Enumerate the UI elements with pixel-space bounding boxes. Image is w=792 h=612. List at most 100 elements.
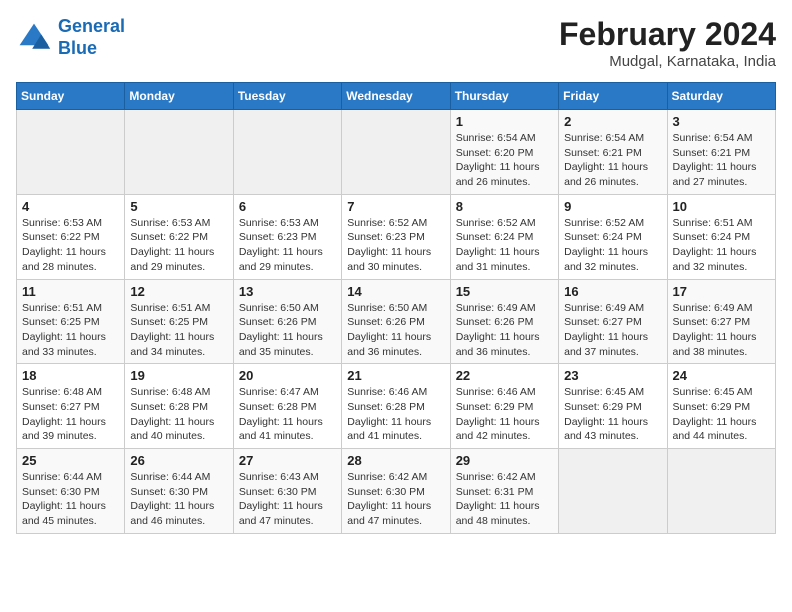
calendar-header-row: SundayMondayTuesdayWednesdayThursdayFrid… <box>17 83 776 110</box>
day-number: 19 <box>130 368 227 383</box>
day-info: Sunrise: 6:52 AMSunset: 6:24 PMDaylight:… <box>456 216 553 275</box>
day-info: Sunrise: 6:52 AMSunset: 6:24 PMDaylight:… <box>564 216 661 275</box>
calendar-week-0: 1Sunrise: 6:54 AMSunset: 6:20 PMDaylight… <box>17 110 776 195</box>
calendar-cell: 3 Sunrise: 6:54 AMSunset: 6:21 PMDaylight… <box>667 110 775 195</box>
calendar-week-3: 18 Sunrise: 6:48 AMSunset: 6:27 PMDayligh… <box>17 364 776 449</box>
day-number: 4 <box>22 199 119 214</box>
day-info: Sunrise: 6:47 AMSunset: 6:28 PMDaylight:… <box>239 385 336 444</box>
calendar-cell <box>559 449 667 534</box>
day-number: 17 <box>673 284 770 299</box>
calendar-cell: 15 Sunrise: 6:49 AMSunset: 6:26 PMDayligh… <box>450 279 558 364</box>
day-number: 12 <box>130 284 227 299</box>
day-number: 21 <box>347 368 444 383</box>
day-number: 29 <box>456 453 553 468</box>
calendar-cell: 26 Sunrise: 6:44 AMSunset: 6:30 PMDayligh… <box>125 449 233 534</box>
day-info: Sunrise: 6:46 AMSunset: 6:28 PMDaylight:… <box>347 385 444 444</box>
calendar-cell: 14 Sunrise: 6:50 AMSunset: 6:26 PMDayligh… <box>342 279 450 364</box>
day-info: Sunrise: 6:42 AMSunset: 6:30 PMDaylight:… <box>347 470 444 529</box>
day-info: Sunrise: 6:43 AMSunset: 6:30 PMDaylight:… <box>239 470 336 529</box>
day-number: 14 <box>347 284 444 299</box>
header-wednesday: Wednesday <box>342 83 450 110</box>
day-number: 7 <box>347 199 444 214</box>
calendar-cell <box>667 449 775 534</box>
calendar-cell <box>17 110 125 195</box>
day-info: Sunrise: 6:44 AMSunset: 6:30 PMDaylight:… <box>130 470 227 529</box>
calendar-cell: 11 Sunrise: 6:51 AMSunset: 6:25 PMDayligh… <box>17 279 125 364</box>
day-info: Sunrise: 6:53 AMSunset: 6:23 PMDaylight:… <box>239 216 336 275</box>
day-number: 26 <box>130 453 227 468</box>
calendar-cell: 21 Sunrise: 6:46 AMSunset: 6:28 PMDayligh… <box>342 364 450 449</box>
calendar-cell: 29Sunrise: 6:42 AMSunset: 6:31 PMDayligh… <box>450 449 558 534</box>
header-friday: Friday <box>559 83 667 110</box>
day-number: 27 <box>239 453 336 468</box>
calendar-table: SundayMondayTuesdayWednesdayThursdayFrid… <box>16 82 776 534</box>
calendar-cell: 25 Sunrise: 6:44 AMSunset: 6:30 PMDayligh… <box>17 449 125 534</box>
day-info: Sunrise: 6:48 AMSunset: 6:27 PMDaylight:… <box>22 385 119 444</box>
calendar-week-1: 4 Sunrise: 6:53 AMSunset: 6:22 PMDaylight… <box>17 194 776 279</box>
location-subtitle: Mudgal, Karnataka, India <box>559 53 776 70</box>
logo-icon <box>16 20 52 56</box>
calendar-cell: 4 Sunrise: 6:53 AMSunset: 6:22 PMDaylight… <box>17 194 125 279</box>
day-number: 25 <box>22 453 119 468</box>
day-info: Sunrise: 6:48 AMSunset: 6:28 PMDaylight:… <box>130 385 227 444</box>
day-info: Sunrise: 6:54 AMSunset: 6:21 PMDaylight:… <box>673 131 770 190</box>
calendar-cell: 17 Sunrise: 6:49 AMSunset: 6:27 PMDayligh… <box>667 279 775 364</box>
calendar-cell: 1Sunrise: 6:54 AMSunset: 6:20 PMDaylight… <box>450 110 558 195</box>
calendar-cell: 12 Sunrise: 6:51 AMSunset: 6:25 PMDayligh… <box>125 279 233 364</box>
day-info: Sunrise: 6:49 AMSunset: 6:26 PMDaylight:… <box>456 301 553 360</box>
day-number: 15 <box>456 284 553 299</box>
calendar-cell: 23 Sunrise: 6:45 AMSunset: 6:29 PMDayligh… <box>559 364 667 449</box>
calendar-cell: 18 Sunrise: 6:48 AMSunset: 6:27 PMDayligh… <box>17 364 125 449</box>
calendar-cell: 9Sunrise: 6:52 AMSunset: 6:24 PMDaylight… <box>559 194 667 279</box>
day-info: Sunrise: 6:49 AMSunset: 6:27 PMDaylight:… <box>673 301 770 360</box>
page-header: General Blue February 2024 Mudgal, Karna… <box>16 16 776 70</box>
header-sunday: Sunday <box>17 83 125 110</box>
calendar-week-2: 11 Sunrise: 6:51 AMSunset: 6:25 PMDayligh… <box>17 279 776 364</box>
day-info: Sunrise: 6:45 AMSunset: 6:29 PMDaylight:… <box>564 385 661 444</box>
month-title: February 2024 <box>559 16 776 53</box>
day-number: 18 <box>22 368 119 383</box>
calendar-cell: 28Sunrise: 6:42 AMSunset: 6:30 PMDayligh… <box>342 449 450 534</box>
calendar-cell: 8 Sunrise: 6:52 AMSunset: 6:24 PMDaylight… <box>450 194 558 279</box>
calendar-cell: 6 Sunrise: 6:53 AMSunset: 6:23 PMDaylight… <box>233 194 341 279</box>
day-number: 6 <box>239 199 336 214</box>
calendar-cell: 27 Sunrise: 6:43 AMSunset: 6:30 PMDayligh… <box>233 449 341 534</box>
logo-line1: General <box>58 16 125 36</box>
day-info: Sunrise: 6:50 AMSunset: 6:26 PMDaylight:… <box>239 301 336 360</box>
day-number: 22 <box>456 368 553 383</box>
calendar-cell: 13 Sunrise: 6:50 AMSunset: 6:26 PMDayligh… <box>233 279 341 364</box>
header-monday: Monday <box>125 83 233 110</box>
day-number: 8 <box>456 199 553 214</box>
day-info: Sunrise: 6:51 AMSunset: 6:24 PMDaylight:… <box>673 216 770 275</box>
day-number: 23 <box>564 368 661 383</box>
day-number: 13 <box>239 284 336 299</box>
calendar-cell: 22 Sunrise: 6:46 AMSunset: 6:29 PMDayligh… <box>450 364 558 449</box>
day-info: Sunrise: 6:51 AMSunset: 6:25 PMDaylight:… <box>130 301 227 360</box>
day-number: 20 <box>239 368 336 383</box>
header-tuesday: Tuesday <box>233 83 341 110</box>
day-info: Sunrise: 6:53 AMSunset: 6:22 PMDaylight:… <box>22 216 119 275</box>
calendar-cell: 19 Sunrise: 6:48 AMSunset: 6:28 PMDayligh… <box>125 364 233 449</box>
day-number: 2 <box>564 114 661 129</box>
day-number: 24 <box>673 368 770 383</box>
calendar-cell: 20 Sunrise: 6:47 AMSunset: 6:28 PMDayligh… <box>233 364 341 449</box>
logo-line2: Blue <box>58 38 97 58</box>
day-number: 10 <box>673 199 770 214</box>
day-info: Sunrise: 6:50 AMSunset: 6:26 PMDaylight:… <box>347 301 444 360</box>
calendar-cell: 10 Sunrise: 6:51 AMSunset: 6:24 PMDayligh… <box>667 194 775 279</box>
calendar-cell: 7Sunrise: 6:52 AMSunset: 6:23 PMDaylight… <box>342 194 450 279</box>
calendar-cell <box>125 110 233 195</box>
day-info: Sunrise: 6:53 AMSunset: 6:22 PMDaylight:… <box>130 216 227 275</box>
calendar-cell <box>342 110 450 195</box>
day-info: Sunrise: 6:51 AMSunset: 6:25 PMDaylight:… <box>22 301 119 360</box>
day-number: 11 <box>22 284 119 299</box>
header-saturday: Saturday <box>667 83 775 110</box>
day-info: Sunrise: 6:54 AMSunset: 6:21 PMDaylight:… <box>564 131 661 190</box>
day-info: Sunrise: 6:44 AMSunset: 6:30 PMDaylight:… <box>22 470 119 529</box>
calendar-cell: 16Sunrise: 6:49 AMSunset: 6:27 PMDayligh… <box>559 279 667 364</box>
day-info: Sunrise: 6:46 AMSunset: 6:29 PMDaylight:… <box>456 385 553 444</box>
calendar-cell: 24Sunrise: 6:45 AMSunset: 6:29 PMDayligh… <box>667 364 775 449</box>
day-number: 5 <box>130 199 227 214</box>
calendar-cell: 5 Sunrise: 6:53 AMSunset: 6:22 PMDaylight… <box>125 194 233 279</box>
day-number: 3 <box>673 114 770 129</box>
